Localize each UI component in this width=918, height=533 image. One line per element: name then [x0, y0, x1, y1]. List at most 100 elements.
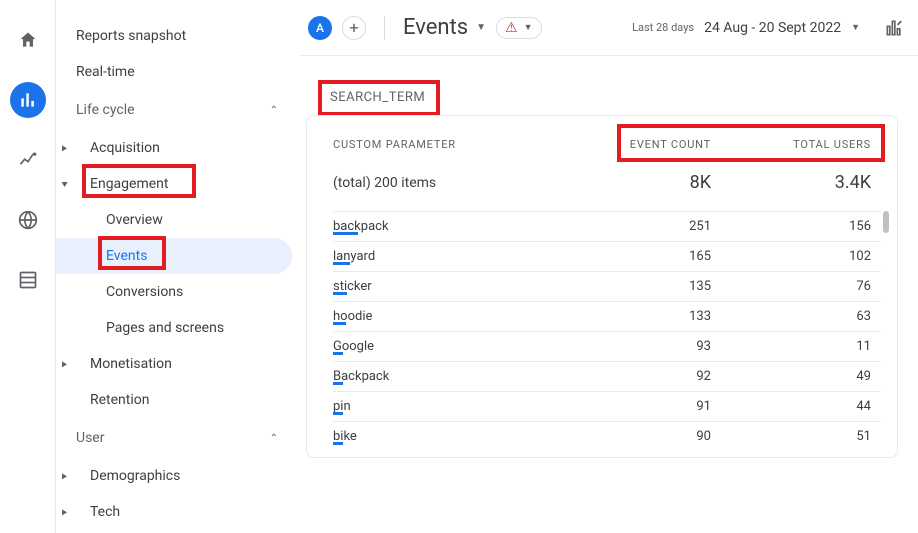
sidebar-item-reports-snapshot[interactable]: Reports snapshot: [56, 18, 300, 54]
chevron-right-icon: ▸: [62, 357, 67, 370]
spark-bar: [333, 262, 350, 265]
sidebar-item-label: Acquisition: [90, 140, 160, 156]
sidebar-item-tech[interactable]: ▸ Tech: [56, 494, 300, 530]
row-total-users: 51: [711, 429, 871, 444]
spark-bar: [333, 442, 343, 445]
column-header-parameter: CUSTOM PARAMETER: [333, 138, 561, 151]
divider: [384, 16, 385, 40]
chevron-down-icon: ▼: [851, 22, 860, 33]
explore-icon[interactable]: [10, 142, 46, 178]
sidebar: Reports snapshot Real-time Life cycle ⌃ …: [56, 0, 300, 533]
spark-bar: [333, 412, 343, 415]
row-label: lanyard: [333, 249, 561, 264]
table-row[interactable]: backpack251156: [333, 211, 881, 241]
sidebar-item-engagement[interactable]: ▸ Engagement: [56, 166, 292, 202]
table-row[interactable]: sticker13576: [333, 271, 881, 301]
chevron-up-icon: ⌃: [270, 433, 278, 444]
row-total-users: 44: [711, 399, 871, 414]
row-event-count: 91: [561, 399, 711, 414]
chevron-right-icon: ▸: [62, 469, 67, 482]
table-header: CUSTOM PARAMETER EVENT COUNT TOTAL USERS: [307, 116, 897, 172]
row-label: Backpack: [333, 369, 561, 384]
sidebar-item-label: Tech: [90, 504, 120, 520]
sidebar-item-demographics[interactable]: ▸ Demographics: [56, 458, 300, 494]
sidebar-item-events[interactable]: Events: [56, 238, 292, 274]
spark-bar: [333, 232, 358, 235]
report-selector[interactable]: Events ▼: [403, 15, 486, 40]
spark-bar: [333, 352, 343, 355]
chevron-up-icon: ⌃: [270, 105, 278, 116]
topbar: A + Events ▼ ⚠ ▼ Last 28 days 24 Aug - 2…: [300, 0, 918, 56]
row-total-users: 76: [711, 279, 871, 294]
table-row[interactable]: bike9051: [333, 421, 881, 451]
row-label: pin: [333, 399, 561, 414]
data-card: CUSTOM PARAMETER EVENT COUNT TOTAL USERS…: [306, 115, 898, 458]
sidebar-section-label: Life cycle: [76, 102, 135, 118]
row-total-users: 156: [711, 219, 871, 234]
table-row[interactable]: Google9311: [333, 331, 881, 361]
totals-count: 8K: [561, 172, 711, 193]
column-header-total-users: TOTAL USERS: [711, 138, 871, 151]
sidebar-section-label: User: [76, 430, 104, 446]
chevron-down-icon: ▸: [58, 181, 71, 186]
totals-row: (total) 200 items 8K 3.4K: [307, 172, 897, 211]
sidebar-item-pages-screens[interactable]: Pages and screens: [56, 310, 300, 346]
row-label: hoodie: [333, 309, 561, 324]
column-header-event-count: EVENT COUNT: [561, 138, 711, 151]
chevron-down-icon: ▼: [524, 22, 533, 33]
sidebar-item-label: Demographics: [90, 468, 180, 484]
spark-bar: [333, 322, 346, 325]
row-event-count: 93: [561, 339, 711, 354]
sidebar-item-conversions[interactable]: Conversions: [56, 274, 300, 310]
advertising-icon[interactable]: [10, 202, 46, 238]
row-label: bike: [333, 429, 561, 444]
chevron-right-icon: ▸: [62, 141, 67, 154]
spark-bar: [333, 382, 343, 385]
row-event-count: 165: [561, 249, 711, 264]
row-event-count: 133: [561, 309, 711, 324]
scrollbar-thumb[interactable]: [883, 211, 889, 233]
sidebar-item-retention[interactable]: Retention: [56, 382, 300, 418]
table-row[interactable]: pin9144: [333, 391, 881, 421]
sidebar-item-label: Engagement: [90, 176, 168, 192]
row-label: sticker: [333, 279, 561, 294]
report-selector-label: Events: [403, 15, 468, 40]
totals-label: (total) 200 items: [333, 175, 561, 191]
row-event-count: 135: [561, 279, 711, 294]
sidebar-item-overview[interactable]: Overview: [56, 202, 300, 238]
parameter-title: SEARCH_TERM: [330, 90, 425, 105]
home-icon[interactable]: [10, 22, 46, 58]
chevron-down-icon: ▼: [476, 22, 486, 33]
sidebar-section-user[interactable]: User ⌃: [56, 418, 300, 458]
row-label: Google: [333, 339, 561, 354]
content: SEARCH_TERM CUSTOM PARAMETER EVENT COUNT…: [300, 56, 918, 468]
sidebar-item-label: Events: [106, 248, 147, 264]
account-avatar[interactable]: A: [308, 16, 332, 40]
row-total-users: 63: [711, 309, 871, 324]
warning-icon: ⚠: [505, 20, 518, 36]
sidebar-item-realtime[interactable]: Real-time: [56, 54, 300, 90]
totals-users: 3.4K: [711, 172, 871, 193]
table-row[interactable]: Backpack9249: [333, 361, 881, 391]
spark-bar: [333, 292, 347, 295]
sidebar-item-label: Monetisation: [90, 356, 172, 372]
row-total-users: 11: [711, 339, 871, 354]
chevron-right-icon: ▸: [62, 505, 67, 518]
table-row[interactable]: lanyard165102: [333, 241, 881, 271]
configure-icon[interactable]: [10, 262, 46, 298]
row-label: backpack: [333, 219, 561, 234]
add-comparison-button[interactable]: +: [342, 16, 366, 40]
reports-icon[interactable]: [10, 82, 46, 118]
sidebar-section-lifecycle[interactable]: Life cycle ⌃: [56, 90, 300, 130]
date-range-value: 24 Aug - 20 Sept 2022: [704, 20, 841, 36]
data-quality-pill[interactable]: ⚠ ▼: [496, 17, 541, 39]
sidebar-item-acquisition[interactable]: ▸ Acquisition: [56, 130, 300, 166]
customize-report-icon[interactable]: [884, 18, 904, 38]
icon-rail: [0, 0, 56, 533]
date-range-picker[interactable]: Last 28 days 24 Aug - 20 Sept 2022 ▼: [632, 20, 860, 36]
table-row[interactable]: hoodie13363: [333, 301, 881, 331]
row-event-count: 251: [561, 219, 711, 234]
sidebar-item-monetisation[interactable]: ▸ Monetisation: [56, 346, 300, 382]
row-event-count: 92: [561, 369, 711, 384]
main-area: A + Events ▼ ⚠ ▼ Last 28 days 24 Aug - 2…: [300, 0, 918, 533]
